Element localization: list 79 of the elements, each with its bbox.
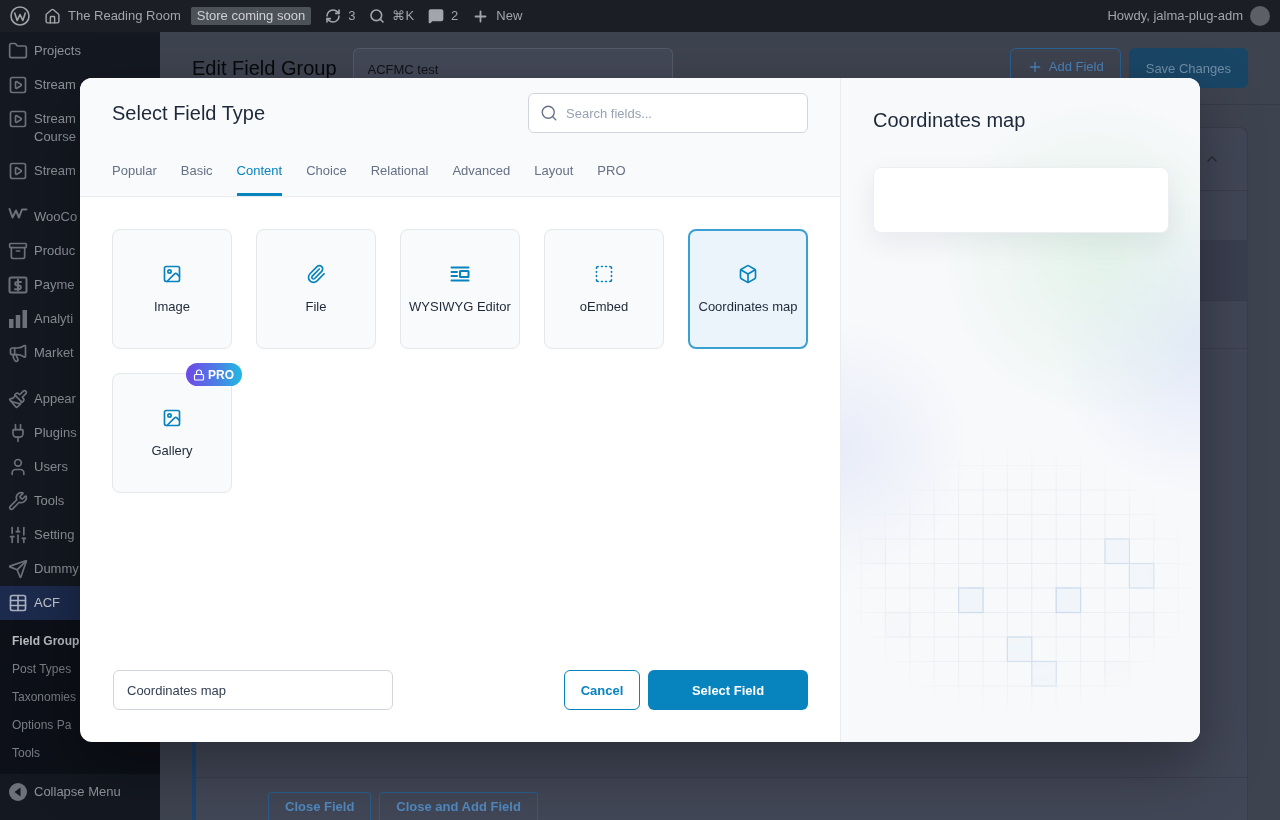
text-block-icon bbox=[450, 264, 470, 284]
store-status-badge: Store coming soon bbox=[190, 7, 312, 25]
sidebar-item[interactable]: WooCo bbox=[0, 200, 82, 234]
play-icon bbox=[8, 109, 28, 129]
select-field-button[interactable]: Select Field bbox=[648, 670, 808, 710]
sliders-icon bbox=[8, 525, 28, 545]
submenu-item[interactable]: Tools bbox=[0, 739, 40, 767]
submenu-item[interactable]: Post Types bbox=[0, 655, 72, 683]
site-name-link[interactable]: The Reading Room bbox=[44, 0, 181, 32]
updates-link[interactable]: 3 bbox=[325, 0, 356, 32]
sidebar-item[interactable]: Users bbox=[0, 450, 80, 484]
sidebar-item[interactable]: Tools bbox=[0, 484, 80, 518]
sidebar-item[interactable]: Appear bbox=[0, 382, 80, 416]
dashed-square-icon bbox=[594, 264, 614, 284]
category-tab[interactable]: Advanced bbox=[452, 145, 511, 196]
category-tab[interactable]: Relational bbox=[370, 145, 429, 196]
paper-plane-icon bbox=[8, 559, 28, 579]
cancel-button[interactable]: Cancel bbox=[564, 670, 640, 710]
sidebar-item[interactable]: Analyti bbox=[0, 302, 80, 336]
sidebar-item[interactable]: Payme bbox=[0, 268, 80, 302]
home-icon bbox=[44, 7, 61, 25]
speech-bubble-icon bbox=[428, 8, 445, 24]
preview-title: Coordinates map bbox=[873, 108, 1027, 132]
image-icon bbox=[162, 264, 182, 284]
archive-icon bbox=[8, 241, 28, 261]
sidebar-item[interactable]: Stream bbox=[0, 154, 80, 188]
search-icon bbox=[540, 104, 558, 122]
page-title: Edit Field Group bbox=[192, 58, 337, 78]
play-icon bbox=[8, 75, 28, 95]
field-type-tile[interactable]: Image bbox=[112, 229, 232, 349]
new-content-link[interactable]: New bbox=[472, 0, 523, 32]
sidebar-item[interactable]: Market bbox=[0, 336, 80, 370]
cube-icon bbox=[738, 264, 758, 284]
lock-icon bbox=[193, 368, 205, 381]
category-tab[interactable]: Layout bbox=[534, 145, 574, 196]
category-tab[interactable]: Content bbox=[236, 145, 283, 196]
logo-icon[interactable] bbox=[10, 6, 30, 26]
sidebar-item[interactable]: Stream Course bbox=[0, 102, 80, 154]
submenu-item[interactable]: Options Pa bbox=[0, 711, 72, 739]
table-icon bbox=[8, 593, 28, 613]
dollar-icon bbox=[8, 275, 28, 295]
category-tab[interactable]: Popular bbox=[112, 145, 157, 196]
account-menu-link[interactable]: Howdy, jalma-plug-adm bbox=[1107, 0, 1270, 32]
image-icon bbox=[162, 408, 182, 428]
category-tab[interactable]: PRO bbox=[597, 145, 626, 196]
folder-icon bbox=[8, 41, 28, 61]
sidebar-item[interactable]: ACF bbox=[0, 586, 80, 620]
field-type-tile[interactable]: File bbox=[256, 229, 376, 349]
sidebar-item[interactable]: Produc bbox=[0, 234, 80, 268]
field-type-tile[interactable]: WYSIWYG Editor bbox=[400, 229, 520, 349]
play-icon bbox=[8, 161, 28, 181]
category-tab[interactable]: Choice bbox=[306, 145, 347, 196]
comments-link[interactable]: 2 bbox=[428, 0, 459, 32]
sidebar-item[interactable]: Projects bbox=[0, 34, 85, 68]
paperclip-icon bbox=[306, 264, 326, 284]
sidebar-item[interactable]: Dummy bbox=[0, 552, 83, 586]
field-label-input[interactable]: Coordinates map bbox=[113, 670, 393, 710]
field-type-tile[interactable]: oEmbed bbox=[544, 229, 664, 349]
category-tab[interactable]: Basic bbox=[180, 145, 213, 196]
user-icon bbox=[8, 457, 28, 477]
avatar-icon bbox=[1250, 6, 1270, 26]
submenu-item[interactable]: Field Group bbox=[0, 627, 80, 655]
search-icon bbox=[369, 8, 386, 24]
bar-chart-icon bbox=[8, 309, 28, 329]
refresh-icon bbox=[325, 8, 342, 24]
collapse-menu-button[interactable]: Collapse Menu bbox=[0, 774, 129, 810]
command-search-link[interactable]: ⌘K bbox=[369, 0, 415, 32]
megaphone-icon bbox=[8, 343, 28, 363]
sidebar-item[interactable]: Setting bbox=[0, 518, 80, 552]
search-field[interactable]: Search fields... bbox=[528, 93, 808, 133]
logo-icon bbox=[8, 207, 28, 219]
paintbrush-icon bbox=[8, 389, 28, 409]
field-type-tile[interactable]: Coordinates map bbox=[688, 229, 808, 349]
wrench-icon bbox=[8, 491, 28, 511]
submenu-item[interactable]: Taxonomies bbox=[0, 683, 77, 711]
sidebar-item[interactable]: Plugins bbox=[0, 416, 81, 450]
dialog-title: Select Field Type bbox=[112, 101, 266, 125]
left-arrow-circle-icon bbox=[8, 782, 28, 802]
sidebar-item[interactable]: Stream bbox=[0, 68, 80, 102]
